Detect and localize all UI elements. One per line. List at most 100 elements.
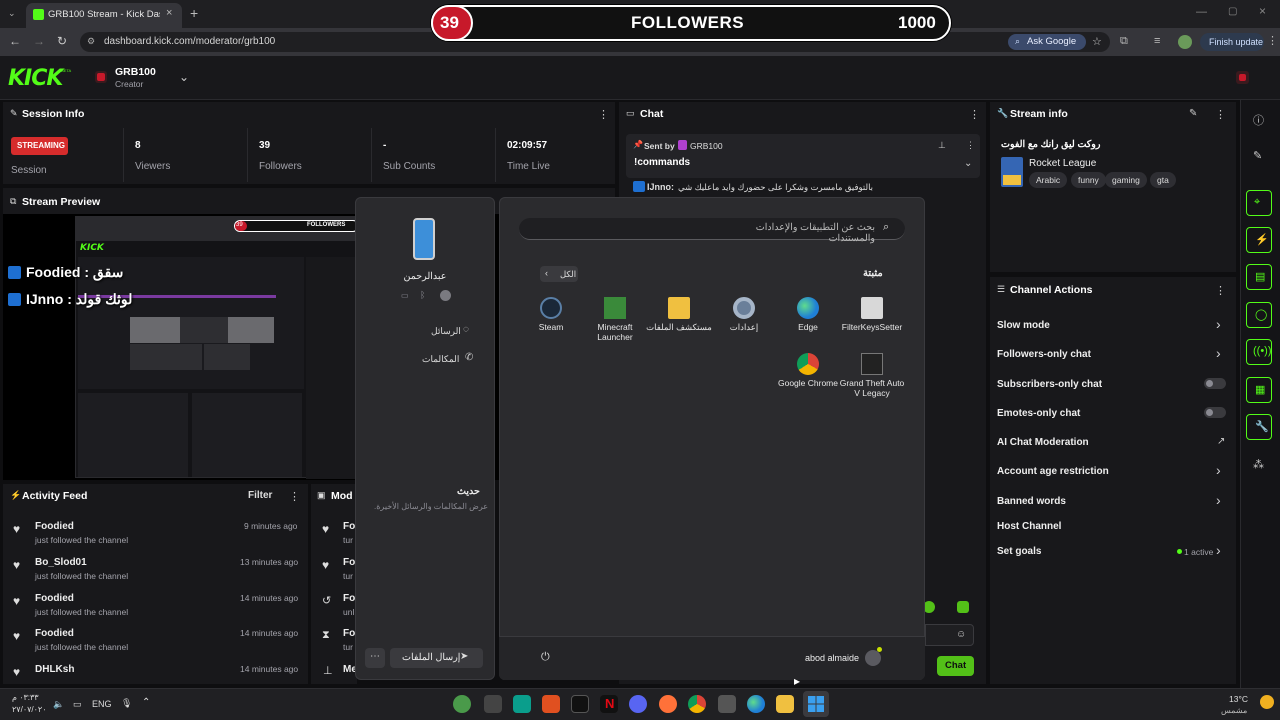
action-subscribers-only[interactable]: Subscribers-only chat bbox=[997, 379, 1102, 390]
finish-update-button[interactable]: Finish update bbox=[1200, 33, 1264, 51]
phone-messages-label[interactable]: الرسائل bbox=[431, 326, 461, 337]
rail-button-broadcast[interactable]: ((•)) bbox=[1246, 339, 1272, 365]
pinned-menu-icon[interactable]: ⋮ bbox=[966, 140, 975, 151]
activity-menu-icon[interactable]: ⋮ bbox=[289, 490, 300, 503]
chat-message-user[interactable]: IJnno: bbox=[647, 182, 674, 192]
rail-button-tool[interactable]: 🔧 bbox=[1246, 414, 1272, 440]
external-link-icon[interactable]: ↗ bbox=[1217, 436, 1225, 447]
channel-actions-menu-icon[interactable]: ⋮ bbox=[1215, 284, 1226, 297]
action-account-age[interactable]: Account age restriction bbox=[997, 466, 1109, 477]
start-search-input[interactable]: بحث عن التطبيقات والإعدادات والمستندات ⌕ bbox=[519, 218, 905, 244]
file-explorer-icon[interactable] bbox=[776, 695, 794, 713]
pencil-icon[interactable]: ✎ bbox=[1253, 149, 1262, 162]
chat-menu-icon[interactable]: ⋮ bbox=[969, 108, 980, 121]
action-banned-words[interactable]: Banned words bbox=[997, 496, 1066, 507]
chevron-right-icon[interactable]: › bbox=[1216, 462, 1221, 478]
bookmark-star-icon[interactable]: ☆ bbox=[1092, 35, 1102, 48]
action-set-goals[interactable]: Set goals bbox=[997, 546, 1041, 557]
discord-icon[interactable] bbox=[629, 695, 647, 713]
rail-button-bolt[interactable]: ⚡ bbox=[1246, 227, 1272, 253]
app-steam[interactable]: Steam bbox=[516, 297, 586, 333]
disconnect-icon[interactable] bbox=[440, 290, 451, 301]
tab-list-icon[interactable]: ⌄ bbox=[8, 8, 16, 19]
reload-icon[interactable]: ↻ bbox=[57, 34, 67, 48]
store-icon[interactable] bbox=[718, 695, 736, 713]
pinned-message[interactable]: 📌 Sent by GRB100 !commands ⊥ ⋮ ⌄ bbox=[626, 134, 980, 178]
unpin-icon[interactable]: ⊥ bbox=[938, 140, 946, 151]
rail-button-layout[interactable]: ▦ bbox=[1246, 377, 1272, 403]
info-icon[interactable]: ⓘ bbox=[1253, 112, 1264, 128]
start-user-name[interactable]: abod almaide bbox=[805, 653, 859, 663]
edge-icon[interactable] bbox=[747, 695, 765, 713]
taskbar-app-icon[interactable] bbox=[453, 695, 471, 713]
back-icon[interactable]: ← bbox=[9, 34, 21, 48]
app-filterkeys[interactable]: FilterKeysSetter bbox=[837, 297, 907, 333]
chat-input[interactable]: ☺ bbox=[925, 624, 974, 646]
site-info-icon[interactable]: ⚙ bbox=[87, 36, 95, 47]
rail-button-target[interactable]: ⌖ bbox=[1246, 190, 1272, 216]
chevron-right-icon[interactable]: › bbox=[1216, 492, 1221, 508]
chevron-right-icon[interactable]: › bbox=[1216, 542, 1221, 558]
all-apps-button[interactable]: ‹ الكل bbox=[540, 266, 578, 282]
app-gta[interactable]: Grand Theft Auto V Legacy bbox=[837, 353, 907, 399]
network-icon[interactable]: ▭ bbox=[73, 699, 82, 710]
kick-logo[interactable]: KICK bbox=[8, 66, 63, 91]
app-settings[interactable]: إعدادات bbox=[709, 297, 779, 333]
ask-google-button[interactable]: ⌕ Ask Google bbox=[1008, 34, 1086, 50]
taskbar-app-icon[interactable] bbox=[513, 695, 531, 713]
game-name[interactable]: Rocket League bbox=[1029, 158, 1096, 169]
user-avatar[interactable] bbox=[1236, 71, 1249, 84]
browser-tab[interactable]: GRB100 Stream - Kick Dashboard × bbox=[26, 3, 182, 28]
stream-info-menu-icon[interactable]: ⋮ bbox=[1215, 108, 1226, 121]
weather-temp[interactable]: 13°C bbox=[1229, 694, 1248, 704]
tiktok-icon[interactable] bbox=[571, 695, 589, 713]
edit-pencil-icon[interactable]: ✎ bbox=[1189, 108, 1197, 119]
session-menu-icon[interactable]: ⋮ bbox=[598, 108, 609, 121]
activity-name[interactable]: Foodied bbox=[35, 628, 74, 639]
emote-icon[interactable] bbox=[957, 601, 969, 613]
chat-send-button[interactable]: Chat bbox=[937, 656, 974, 676]
minimize-icon[interactable]: — bbox=[1196, 6, 1207, 18]
calls-icon[interactable]: ✆ bbox=[465, 352, 473, 363]
window-close-icon[interactable]: × bbox=[1259, 4, 1266, 18]
taskbar-date[interactable]: ٢٧/٠٧/٠٢٠ bbox=[12, 705, 47, 714]
start-button[interactable] bbox=[803, 691, 829, 717]
extensions-icon[interactable]: ⧉ bbox=[1120, 35, 1128, 48]
user-avatar[interactable] bbox=[865, 650, 881, 666]
chevron-right-icon[interactable]: › bbox=[1216, 316, 1221, 332]
app-file-explorer[interactable]: مستكشف الملفات bbox=[644, 297, 714, 333]
speaker-icon[interactable]: 🔈 bbox=[53, 699, 64, 710]
app-chrome[interactable]: Google Chrome bbox=[773, 353, 843, 389]
emotes-only-toggle[interactable] bbox=[1204, 407, 1226, 418]
app-edge[interactable]: Edge bbox=[773, 297, 843, 333]
activity-name[interactable]: Foodied bbox=[35, 593, 74, 604]
action-followers-only[interactable]: Followers-only chat bbox=[997, 349, 1091, 360]
tab-search-icon[interactable]: ≡ bbox=[1154, 35, 1160, 47]
rail-button-chat[interactable]: ◯ bbox=[1246, 302, 1272, 328]
taskbar-time[interactable]: ٠٣:٣٣ م bbox=[12, 693, 39, 702]
channel-switcher-chevron-icon[interactable]: ⌄ bbox=[179, 70, 189, 84]
language-indicator[interactable]: ENG bbox=[92, 699, 112, 709]
phone-more-button[interactable]: ⋯ bbox=[365, 648, 385, 668]
phone-calls-label[interactable]: المكالمات bbox=[422, 354, 459, 365]
firefox-icon[interactable] bbox=[659, 695, 677, 713]
rail-button-doc[interactable]: ▤ bbox=[1246, 264, 1272, 290]
forward-icon[interactable]: → bbox=[33, 34, 45, 48]
action-slow-mode[interactable]: Slow mode bbox=[997, 320, 1050, 331]
maximize-icon[interactable]: ▢ bbox=[1228, 6, 1237, 17]
action-ai-moderation[interactable]: AI Chat Moderation bbox=[997, 437, 1089, 448]
chrome-icon[interactable] bbox=[688, 695, 706, 713]
new-tab-icon[interactable]: + bbox=[190, 5, 198, 21]
profile-avatar[interactable] bbox=[1178, 35, 1192, 49]
nodes-icon[interactable]: ⁂ bbox=[1253, 458, 1264, 471]
browser-menu-icon[interactable]: ⋮ bbox=[1267, 34, 1278, 47]
app-minecraft[interactable]: Minecraft Launcher bbox=[580, 297, 650, 343]
brave-icon[interactable] bbox=[542, 695, 560, 713]
taskbar-app-icon[interactable] bbox=[484, 695, 502, 713]
send-files-button[interactable]: إرسال الملفات ➤ bbox=[390, 648, 483, 668]
microphone-icon[interactable]: 🎙 bbox=[121, 698, 132, 709]
activity-filter-button[interactable]: Filter bbox=[248, 490, 272, 501]
emoji-picker-icon[interactable]: ☺ bbox=[956, 629, 966, 640]
power-icon[interactable]: ⏻ bbox=[541, 651, 550, 664]
netflix-icon[interactable]: N bbox=[600, 695, 618, 713]
